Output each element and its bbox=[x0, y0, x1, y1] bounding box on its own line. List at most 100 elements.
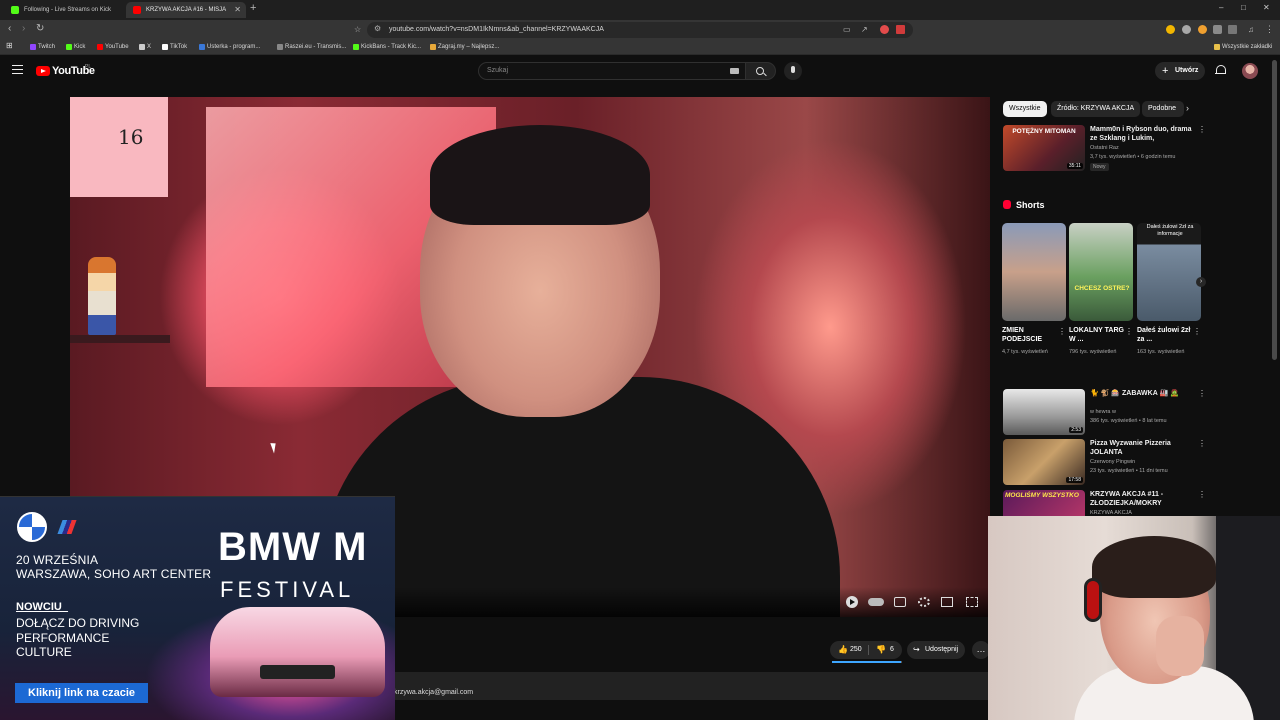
bookmark-x[interactable]: X bbox=[139, 42, 151, 52]
account-avatar[interactable] bbox=[1242, 63, 1258, 79]
short-title[interactable]: LOKALNY TARG W ... bbox=[1069, 326, 1125, 344]
video-description[interactable]: krzywa.akcja@gmail.com bbox=[394, 672, 988, 700]
short-views: 163 tys. wyświetleń bbox=[1137, 349, 1185, 355]
extension-icon[interactable] bbox=[1182, 25, 1191, 34]
chip-source[interactable]: Źródło: KRZYWA AKCJA bbox=[1051, 101, 1141, 117]
cast-icon[interactable]: ▭ bbox=[843, 25, 851, 34]
video-thumbnail[interactable]: 17:58 bbox=[1003, 439, 1085, 485]
youtube-icon bbox=[97, 44, 103, 50]
address-bar[interactable]: ⚙ youtube.com/watch?v=nsDM1IkNmns&ab_cha… bbox=[367, 22, 913, 38]
thumbs-up-icon[interactable]: 👍 bbox=[838, 645, 848, 654]
chevron-right-icon[interactable]: › bbox=[1186, 103, 1189, 113]
tab-kick[interactable]: Following - Live Streams on Kick bbox=[4, 2, 124, 18]
like-count[interactable]: 250 bbox=[850, 646, 862, 653]
video-meta: 386 tys. wyświetleń • 8 lat temu bbox=[1090, 418, 1167, 424]
play-icon[interactable] bbox=[846, 596, 858, 608]
recommended-video[interactable]: MOGLIŚMY WSZYSTKO KRZYWA AKCJA #11 - ZŁO… bbox=[1003, 490, 1203, 516]
channel-name[interactable]: Czerwony Pingwin bbox=[1090, 459, 1135, 465]
reload-icon[interactable]: ↻ bbox=[36, 23, 44, 34]
video-menu-kebab-icon[interactable]: ⋮ bbox=[1198, 125, 1206, 134]
extensions-puzzle-icon[interactable] bbox=[1213, 25, 1222, 34]
video-thumbnail[interactable]: MOGLIŚMY WSZYSTKO bbox=[1003, 490, 1085, 516]
tab-youtube-video[interactable]: KRZYWA AKCJA #16 - MISJA ✕ bbox=[126, 2, 246, 18]
bookmark-usterka[interactable]: Usterka - program... bbox=[199, 42, 260, 52]
fullscreen-icon[interactable] bbox=[966, 597, 978, 607]
thumbs-down-icon[interactable]: 👎 bbox=[876, 645, 886, 654]
short-menu-kebab-icon[interactable]: ⋮ bbox=[1125, 327, 1133, 336]
menu-kebab-icon[interactable]: ⋮ bbox=[1265, 24, 1274, 35]
voice-search-mic-icon[interactable] bbox=[784, 62, 802, 80]
bookmark-kick[interactable]: Kick bbox=[66, 42, 85, 52]
share-page-icon[interactable]: ↗ bbox=[861, 25, 868, 34]
streamer-hair bbox=[1092, 536, 1216, 598]
extension-icon[interactable] bbox=[880, 25, 889, 34]
close-window-button[interactable]: ✕ bbox=[1263, 3, 1270, 12]
autoplay-toggle[interactable] bbox=[868, 598, 884, 606]
youtube-logo-icon[interactable] bbox=[36, 66, 50, 76]
ad-cta-button[interactable]: Kliknij link na czacie bbox=[15, 683, 148, 703]
theater-mode-icon[interactable] bbox=[941, 597, 953, 607]
settings-gear-icon[interactable] bbox=[918, 597, 930, 607]
create-button[interactable]: + Utwórz bbox=[1155, 62, 1205, 80]
short-thumbnail[interactable] bbox=[1002, 223, 1066, 321]
share-button[interactable]: ↪ Udostępnij bbox=[907, 641, 965, 659]
short-thumbnail[interactable]: CHCESZ OSTRE? bbox=[1069, 223, 1133, 321]
video-menu-kebab-icon[interactable]: ⋮ bbox=[1198, 439, 1206, 448]
search-button[interactable] bbox=[746, 62, 776, 80]
video-thumbnail[interactable]: 2:53 bbox=[1003, 389, 1085, 435]
description-email[interactable]: krzywa.akcja@gmail.com bbox=[394, 689, 473, 696]
video-thumbnail[interactable]: POTĘŻNY MITOMAN 35:11 bbox=[1003, 125, 1085, 171]
chip-similar[interactable]: Podobne bbox=[1142, 101, 1184, 117]
apps-grid-icon[interactable]: ⊞ bbox=[6, 41, 13, 51]
duration-badge: 17:58 bbox=[1066, 477, 1083, 483]
bookmark-tiktok[interactable]: TikTok bbox=[162, 42, 187, 52]
video-menu-kebab-icon[interactable]: ⋮ bbox=[1198, 490, 1203, 499]
bookmark-twitch[interactable]: Twitch bbox=[30, 42, 55, 52]
dislike-count[interactable]: 6 bbox=[890, 646, 894, 653]
video-title[interactable]: Pizza Wyzwanie Pizzeria JOLANTA bbox=[1090, 439, 1194, 457]
bookmark-star-icon[interactable]: ☆ bbox=[354, 25, 361, 34]
minimize-button[interactable]: – bbox=[1219, 3, 1223, 12]
video-title[interactable]: KRZYWA AKCJA #11 - ZŁODZIEJKA/MOKRY DYWA… bbox=[1090, 490, 1194, 508]
recommended-video[interactable]: POTĘŻNY MITOMAN 35:11 Mamm0n i Rybson du… bbox=[1003, 125, 1206, 177]
recommended-video[interactable]: 2:53 🐈 🐒 🎰 ZABAWKA 🏭 🧟 w hewra w 386 tys… bbox=[1003, 389, 1206, 439]
close-tab-icon[interactable]: ✕ bbox=[234, 2, 241, 18]
bookmark-raszei[interactable]: Raszei.eu - Transmis... bbox=[277, 42, 346, 52]
extension-icon[interactable] bbox=[1166, 25, 1175, 34]
subtitles-icon[interactable] bbox=[894, 597, 906, 607]
forward-arrow-icon[interactable]: › bbox=[22, 23, 25, 34]
short-menu-kebab-icon[interactable]: ⋮ bbox=[1058, 327, 1066, 336]
keyboard-icon[interactable] bbox=[730, 68, 739, 74]
side-panel-icon[interactable] bbox=[1228, 25, 1237, 34]
short-title[interactable]: Dałeś żulowi 2zł za ... bbox=[1137, 326, 1193, 344]
hamburger-menu-icon[interactable] bbox=[12, 65, 23, 74]
search-input[interactable]: Szukaj bbox=[478, 62, 746, 80]
shorts-next-chevron-icon[interactable]: › bbox=[1196, 277, 1206, 287]
site-info-icon[interactable]: ⚙ bbox=[374, 24, 381, 33]
short-thumbnail[interactable]: Dałeś żulowi 2zł za informacje bbox=[1137, 223, 1201, 321]
notifications-bell-icon[interactable] bbox=[1215, 65, 1226, 76]
new-tab-button[interactable]: + bbox=[250, 2, 256, 14]
bookmark-kickbans[interactable]: KickBans - Track Kic... bbox=[353, 42, 421, 52]
bmw-ad-banner[interactable]: M 20 WRZEŚNIA WARSZAWA, SOHO ART CENTER … bbox=[0, 496, 395, 720]
url-text[interactable]: youtube.com/watch?v=nsDM1IkNmns&ab_chann… bbox=[389, 26, 604, 33]
folder-icon bbox=[1214, 44, 1220, 50]
bookmark-zagraj[interactable]: Zagraj.my – Najlepsz... bbox=[430, 42, 499, 52]
short-title[interactable]: ZMIEN PODEJSCIE bbox=[1002, 326, 1058, 344]
video-title[interactable]: 🐈 🐒 🎰 ZABAWKA 🏭 🧟 bbox=[1090, 389, 1194, 398]
extension-icon[interactable] bbox=[1198, 25, 1207, 34]
channel-name[interactable]: Ostatni Raz bbox=[1090, 145, 1119, 151]
chip-all[interactable]: Wszystkie bbox=[1003, 101, 1047, 117]
bookmark-youtube[interactable]: YouTube bbox=[97, 42, 129, 52]
page-scrollbar[interactable] bbox=[1272, 60, 1277, 360]
media-controls-icon[interactable]: ♫ bbox=[1248, 25, 1254, 34]
extension-warning-icon[interactable] bbox=[896, 25, 905, 34]
video-menu-kebab-icon[interactable]: ⋮ bbox=[1198, 389, 1206, 398]
video-title[interactable]: Mamm0n i Rybson duo, drama ze Szklang i … bbox=[1090, 125, 1194, 143]
back-arrow-icon[interactable]: ‹ bbox=[8, 23, 11, 34]
recommended-video[interactable]: 17:58 Pizza Wyzwanie Pizzeria JOLANTA Cz… bbox=[1003, 439, 1206, 489]
channel-name[interactable]: w hewra w bbox=[1090, 409, 1116, 415]
short-menu-kebab-icon[interactable]: ⋮ bbox=[1193, 327, 1201, 336]
maximize-button[interactable]: □ bbox=[1241, 3, 1246, 12]
all-bookmarks-folder[interactable]: Wszystkie zakładki bbox=[1214, 42, 1272, 52]
